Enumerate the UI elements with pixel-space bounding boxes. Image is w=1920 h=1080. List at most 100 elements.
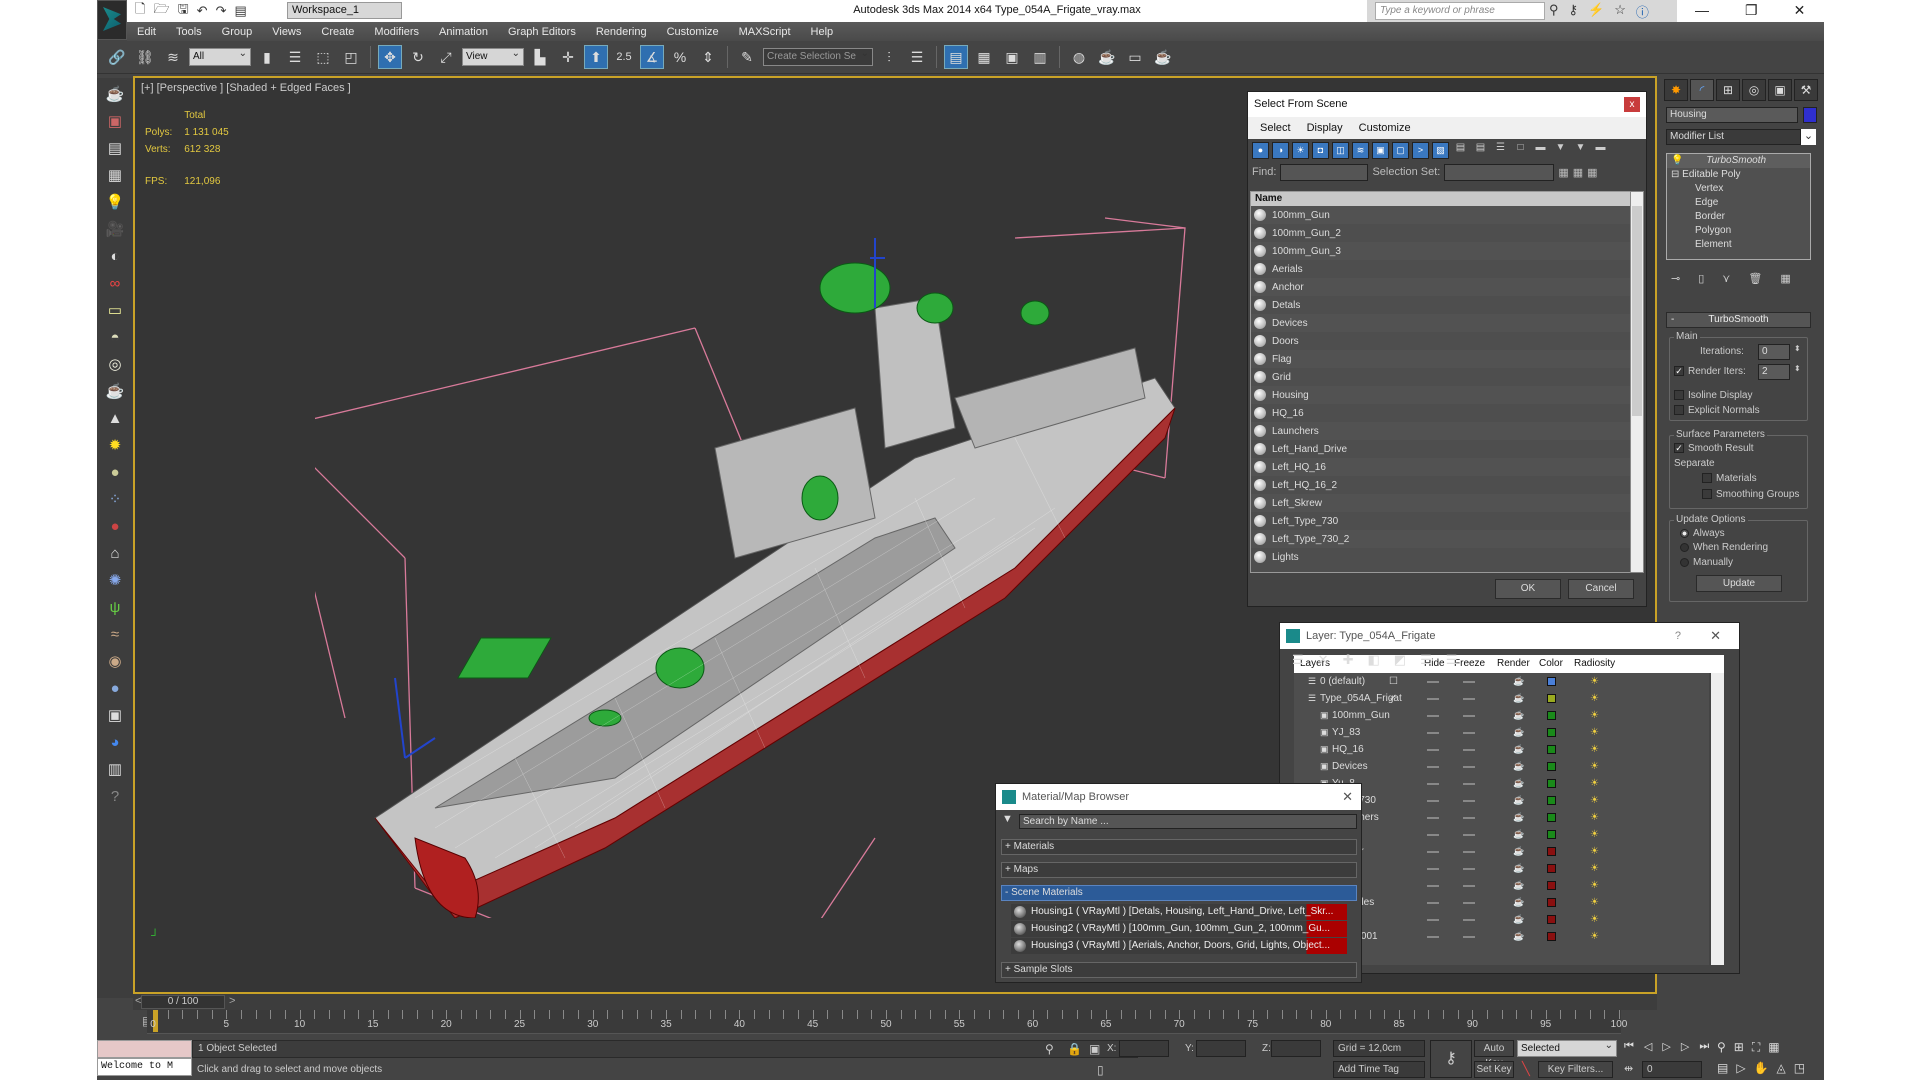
time-tag-icon[interactable]: ▯ <box>1097 1063 1104 1077</box>
scene-object-row[interactable]: Devices <box>1251 314 1635 332</box>
select-and-rotate-icon[interactable]: ↻ <box>406 45 430 69</box>
auto-key-button[interactable]: Auto Key <box>1474 1040 1514 1069</box>
separate-materials-checkbox[interactable]: Materials <box>1702 473 1757 484</box>
viewport-icon[interactable]: ▣ <box>102 110 128 132</box>
render-teapot-icon[interactable]: ☕ <box>1513 931 1524 942</box>
hierarchy-tab-icon[interactable]: ⊞ <box>1716 79 1740 101</box>
material-item[interactable]: Housing2 ( VRayMtl ) [100mm_Gun, 100mm_G… <box>1011 921 1347 937</box>
layer-row[interactable]: ☰ Type_054A_Frigat ✓ ☕ ☀ <box>1294 690 1709 707</box>
named-selection-dropdown[interactable]: Create Selection Se <box>763 46 873 66</box>
key-filters-button[interactable]: Key Filters... <box>1538 1061 1613 1078</box>
workspace-dropdown[interactable]: Workspace_1 <box>287 2 402 19</box>
show-end-result-icon[interactable]: ▯ <box>1698 272 1704 285</box>
shapes-filter-icon[interactable]: ◑ <box>1272 142 1289 159</box>
select-and-scale-icon[interactable]: ⤢ <box>434 45 458 69</box>
isolate-selection-icon[interactable]: ⚲ <box>1045 1042 1054 1056</box>
scene-object-row[interactable]: Left_HQ_16_2 <box>1251 476 1635 494</box>
orbit-icon[interactable]: ◬ <box>1777 1061 1786 1075</box>
hide-toggle[interactable] <box>1427 901 1439 904</box>
layer-color-swatch[interactable] <box>1547 915 1556 924</box>
object-color-swatch[interactable] <box>1803 107 1817 123</box>
sun-icon[interactable]: ✹ <box>102 434 128 456</box>
next-frame-icon[interactable]: > <box>229 995 235 1007</box>
spinner-snap-icon[interactable]: ⇕ <box>696 45 720 69</box>
rendered-frame-window-icon[interactable]: ▭ <box>1123 45 1147 69</box>
frozen-filter-icon[interactable]: ▤ <box>1452 142 1469 159</box>
spot-camera-icon[interactable]: ◐ <box>102 245 128 267</box>
edit-named-selection-icon[interactable]: ✎ <box>735 45 759 69</box>
explicit-normals-checkbox[interactable]: Explicit Normals <box>1674 405 1760 416</box>
selection-set-icon-1[interactable]: ▦ <box>1558 166 1568 179</box>
scene-object-row[interactable]: Detals <box>1251 296 1635 314</box>
lights-filter-icon[interactable]: ☀ <box>1292 142 1309 159</box>
undo-icon[interactable]: ↶ <box>197 3 208 19</box>
keyboard-shortcut-override-icon[interactable]: ⬆ <box>584 45 608 69</box>
freeze-toggle[interactable] <box>1463 901 1475 904</box>
display-none-icon[interactable]: □ <box>1512 142 1529 159</box>
stack-item-border[interactable]: Border <box>1667 210 1810 224</box>
hide-toggle[interactable] <box>1427 731 1439 734</box>
menu-customize[interactable]: Customize <box>657 26 729 38</box>
panel-icon[interactable]: ▤ <box>102 137 128 159</box>
freeze-toggle[interactable] <box>1463 748 1475 751</box>
display-tab-icon[interactable]: ▣ <box>1768 79 1792 101</box>
radiosity-icon[interactable]: ☀ <box>1590 761 1599 772</box>
plane-light-icon[interactable]: ▭ <box>102 299 128 321</box>
reference-coordinate-dropdown[interactable]: View <box>462 46 524 66</box>
radiosity-icon[interactable]: ☀ <box>1590 863 1599 874</box>
layer-row[interactable]: ▣ Devices ☕ ☀ <box>1294 758 1709 775</box>
layer-color-swatch[interactable] <box>1547 898 1556 907</box>
scene-object-row[interactable]: Grid <box>1251 368 1635 386</box>
bind-space-warp-icon[interactable]: ≋ <box>161 45 185 69</box>
schematic-view-icon[interactable]: ▥ <box>1028 45 1052 69</box>
radiosity-icon[interactable]: ☀ <box>1590 931 1599 942</box>
lock-selection-icon[interactable]: 🔒 <box>1067 1042 1082 1056</box>
layer-color-swatch[interactable] <box>1547 881 1556 890</box>
columns-icon[interactable]: ▬ <box>1592 142 1609 159</box>
hide-toggle[interactable] <box>1427 867 1439 870</box>
freeze-all-icon[interactable]: ☰ <box>1446 652 1458 668</box>
select-object-icon[interactable]: ▮ <box>255 45 279 69</box>
render-teapot-icon[interactable]: ☕ <box>1513 812 1524 823</box>
hide-toggle[interactable] <box>1427 714 1439 717</box>
menu-create[interactable]: Create <box>311 26 364 38</box>
hide-toggle[interactable] <box>1427 833 1439 836</box>
selection-set-icon-3[interactable]: ▦ <box>1587 166 1597 179</box>
render-teapot-icon[interactable]: ☕ <box>1513 778 1524 789</box>
default-tangent-icon[interactable]: ╲ <box>1522 1061 1530 1077</box>
layer-color-swatch[interactable] <box>1547 847 1556 856</box>
radiosity-icon[interactable]: ☀ <box>1590 846 1599 857</box>
app-logo-button[interactable] <box>97 0 127 40</box>
angle-snap-icon[interactable]: ∡ <box>640 45 664 69</box>
cancel-button[interactable]: Cancel <box>1568 579 1634 599</box>
grass-icon[interactable]: ψ <box>102 596 128 618</box>
scene-object-row[interactable]: 100mm_Gun_2 <box>1251 224 1635 242</box>
stereo-camera-icon[interactable]: ∞ <box>102 272 128 294</box>
col-render[interactable]: Render <box>1497 655 1530 673</box>
scene-object-row[interactable]: Left_Type_730_2 <box>1251 530 1635 548</box>
menu-maxscript[interactable]: MAXScript <box>729 26 801 38</box>
menu-modifiers[interactable]: Modifiers <box>364 26 429 38</box>
link-icon[interactable]: 🔗 <box>105 45 129 69</box>
radiosity-icon[interactable]: ☀ <box>1590 795 1599 806</box>
graphite-ribbon-icon[interactable]: ▦ <box>972 45 996 69</box>
maxscript-listener-pink[interactable] <box>97 1040 192 1058</box>
hair-icon[interactable]: ≈ <box>102 623 128 645</box>
binoculars-icon[interactable]: ⚲ <box>1549 2 1559 21</box>
go-to-start-icon[interactable]: ⏮ <box>1624 1040 1634 1053</box>
help-icon[interactable]: ? <box>1675 623 1681 649</box>
redo-icon[interactable]: ↷ <box>216 3 227 19</box>
shape-icon[interactable]: ◕ <box>102 731 128 753</box>
render-teapot-icon[interactable]: ☕ <box>1513 693 1524 704</box>
y-coordinate-input[interactable] <box>1196 1040 1246 1057</box>
field-of-view-icon[interactable]: ▷ <box>1736 1061 1745 1075</box>
key-mode-toggle-icon[interactable]: ⇹ <box>1624 1062 1633 1075</box>
select-by-name-icon[interactable]: ☰ <box>283 45 307 69</box>
freeze-toggle[interactable] <box>1463 731 1475 734</box>
select-objects-icon[interactable]: ◧ <box>1367 652 1379 668</box>
layer-color-swatch[interactable] <box>1547 830 1556 839</box>
freeze-toggle[interactable] <box>1463 918 1475 921</box>
radiosity-icon[interactable]: ☀ <box>1590 744 1599 755</box>
pivot-center-icon[interactable]: ▙ <box>528 45 552 69</box>
next-frame-icon[interactable]: ▷ <box>1681 1040 1689 1053</box>
